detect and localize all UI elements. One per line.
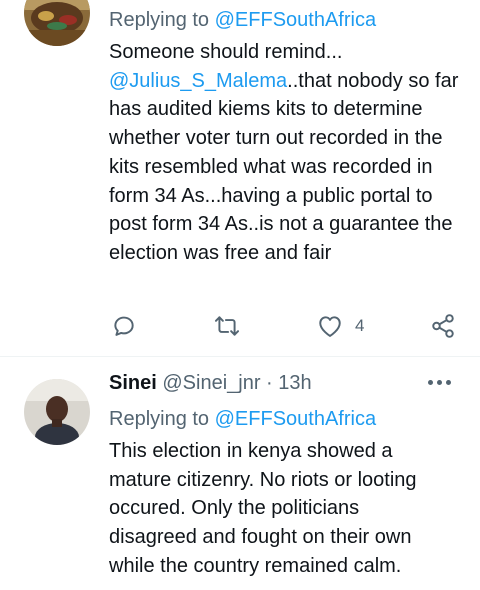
avatar-image — [24, 0, 90, 46]
timestamp[interactable]: 13h — [278, 372, 311, 394]
display-name[interactable]: Sinei — [109, 372, 157, 394]
like-button[interactable]: 4 — [317, 314, 364, 338]
more-dot — [437, 380, 442, 385]
tweet-1[interactable]: Replying to @EFFSouthAfrica Someone shou… — [0, 0, 480, 356]
replying-to: Replying to @EFFSouthAfrica — [109, 9, 376, 32]
replying-to-label: Replying to — [109, 408, 215, 430]
tweet-text-rest: ..that nobody so far has audited kiems k… — [109, 69, 459, 264]
avatar-image — [24, 379, 90, 445]
retweet-button[interactable] — [214, 314, 240, 338]
replying-to-mention[interactable]: @EFFSouthAfrica — [215, 408, 376, 430]
like-count: 4 — [355, 316, 365, 335]
avatar[interactable] — [24, 379, 90, 445]
heart-icon — [319, 316, 341, 337]
separator-dot: · — [266, 372, 273, 394]
avatar[interactable] — [24, 0, 90, 46]
tweet-actions: 4 — [0, 312, 480, 342]
tweet-text: Someone should remind... @Julius_S_Malem… — [109, 38, 471, 268]
replying-to-label: Replying to — [109, 9, 215, 31]
tweet-text-intro: Someone should remind... — [109, 41, 343, 63]
more-dot — [428, 380, 433, 385]
share-button[interactable] — [430, 313, 456, 339]
more-dot — [446, 380, 451, 385]
replying-to: Replying to @EFFSouthAfrica — [109, 408, 376, 431]
retweet-icon — [214, 316, 240, 336]
user-handle[interactable]: @Sinei_jnr — [162, 372, 260, 394]
replying-to-mention[interactable]: @EFFSouthAfrica — [215, 9, 376, 31]
mention-link[interactable]: @Julius_S_Malema — [109, 70, 287, 92]
tweet-header: Sinei @Sinei_jnr · 13h — [109, 372, 312, 395]
share-icon — [432, 314, 454, 338]
tweet-text: This election in kenya showed a mature c… — [109, 440, 417, 577]
reply-button[interactable] — [111, 313, 137, 339]
reply-icon — [114, 316, 134, 336]
more-icon[interactable] — [428, 380, 451, 385]
